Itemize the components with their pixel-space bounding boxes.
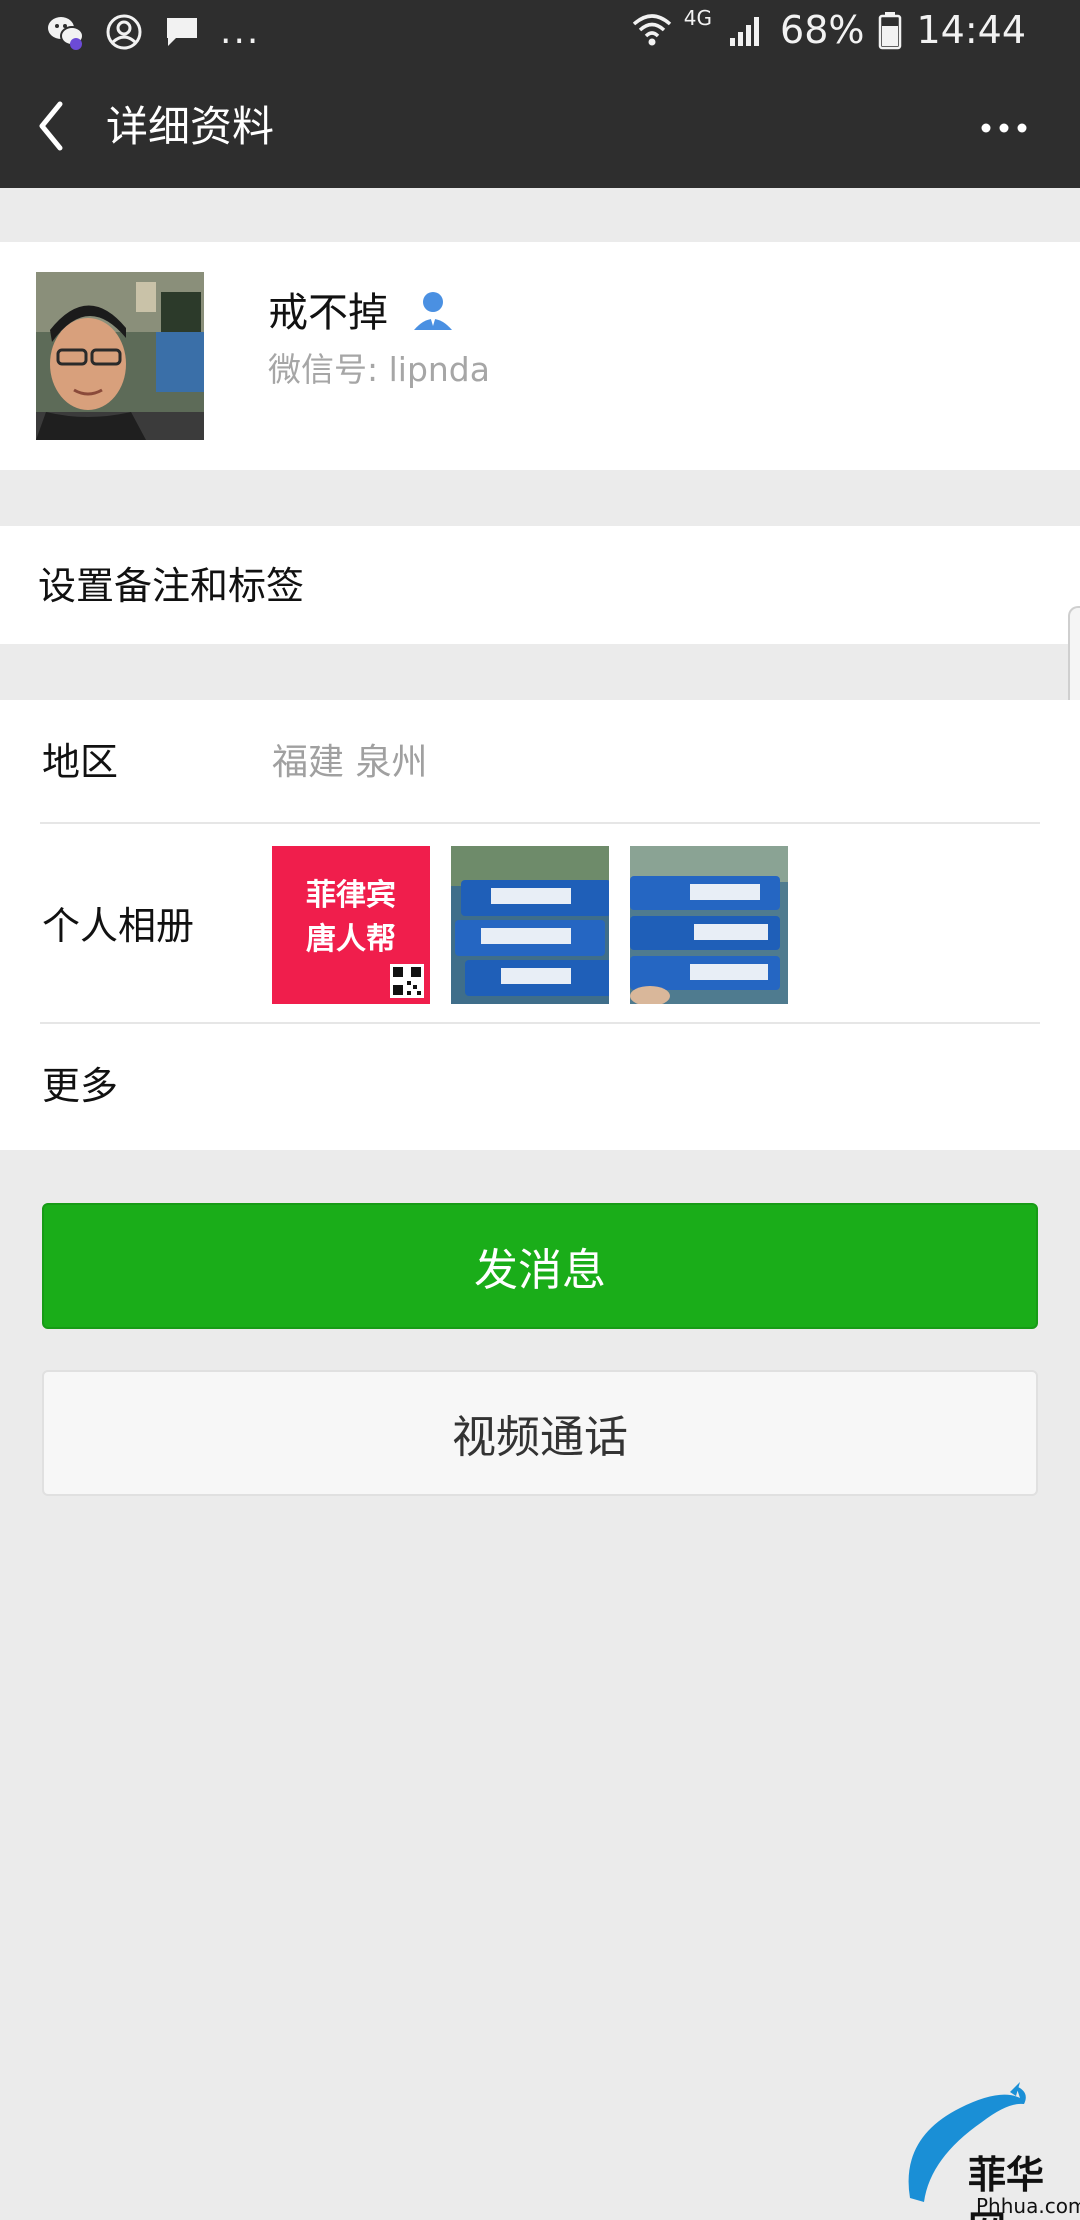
- profile-card: 戒不掉 微信号: lipnda: [0, 242, 1080, 470]
- album-thumb-text-line-2: 唐人帮: [306, 922, 396, 957]
- network-type: 4G: [683, 6, 713, 30]
- album-thumb-text-line-1: 菲律宾: [306, 878, 396, 913]
- back-arrow-icon[interactable]: [30, 96, 90, 156]
- region-label: 地区: [42, 740, 119, 784]
- contact-person-icon: [408, 286, 458, 336]
- battery-percent: 68%: [780, 8, 865, 52]
- system-status: 4G 68% 14:44: [630, 6, 1026, 52]
- more-options-icon[interactable]: [976, 108, 1036, 148]
- battery-icon: [878, 10, 902, 50]
- more-label: 更多: [42, 1064, 119, 1108]
- wechat-id: 微信号: lipnda: [268, 350, 490, 389]
- notification-icons: ...: [46, 12, 260, 52]
- signal-icon: [726, 10, 766, 50]
- set-remark-and-tags-row[interactable]: 设置备注和标签: [0, 526, 1080, 644]
- account-circle-icon: [104, 12, 144, 52]
- album-thumbnail[interactable]: [630, 846, 788, 1004]
- album-thumbnail[interactable]: [451, 846, 609, 1004]
- details-section: 地区 福建 泉州 个人相册 菲律宾 唐人帮 更多: [0, 700, 1080, 1150]
- contact-name: 戒不掉: [268, 290, 388, 336]
- watermark-logo: 菲华网 Phhua.com: [890, 2078, 1080, 2220]
- clock: 14:44: [916, 8, 1026, 52]
- region-value: 福建 泉州: [272, 742, 428, 783]
- video-call-button[interactable]: 视频通话: [42, 1370, 1038, 1496]
- wechat-notification-icon: [46, 12, 86, 52]
- more-notifications-indicator: ...: [220, 11, 261, 52]
- qr-code-icon: [390, 964, 424, 998]
- avatar[interactable]: [36, 272, 204, 440]
- album-label: 个人相册: [42, 904, 195, 948]
- watermark-url: Phhua.com: [976, 2194, 1080, 2218]
- wifi-icon: [630, 10, 671, 50]
- divider: [40, 822, 1040, 824]
- message-icon: [162, 12, 202, 52]
- status-bar: ... 4G 68% 14:44: [0, 0, 1080, 64]
- title-bar: 详细资料: [0, 64, 1080, 188]
- divider: [40, 1022, 1040, 1024]
- album-thumbnail[interactable]: 菲律宾 唐人帮: [272, 846, 430, 1004]
- send-message-button[interactable]: 发消息: [42, 1203, 1038, 1329]
- page-title: 详细资料: [106, 102, 275, 151]
- remark-label: 设置备注和标签: [38, 564, 305, 608]
